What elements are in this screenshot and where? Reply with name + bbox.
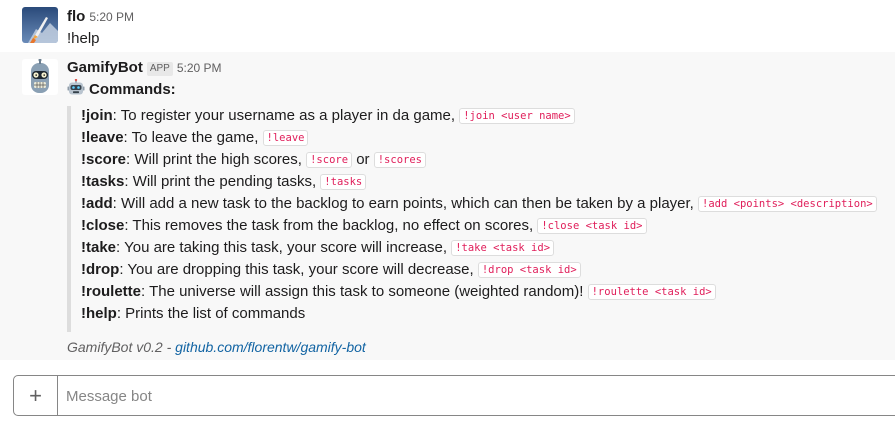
- command-description: : Will add a new task to the backlog to …: [112, 195, 699, 212]
- command-description: : You are taking this task, your score w…: [116, 239, 452, 256]
- command-name: !score: [81, 151, 127, 168]
- command-code: !add <points> <description>: [698, 196, 877, 212]
- command-line: !add: Will add a new task to the backlog…: [81, 193, 877, 215]
- commands-title: Commands:: [67, 78, 176, 100]
- command-description: : To register your username as a player …: [112, 107, 460, 124]
- message-composer: +: [13, 375, 895, 416]
- message-input[interactable]: [64, 382, 888, 411]
- command-line: !close: This removes the task from the b…: [81, 215, 877, 237]
- attach-plus-button[interactable]: +: [14, 376, 58, 415]
- command-line: !roulette: The universe will assign this…: [81, 281, 877, 303]
- rocket-launch-avatar-icon[interactable]: [22, 7, 58, 43]
- bender-robot-avatar-icon[interactable]: [22, 59, 58, 95]
- command-code: !take <task id>: [451, 240, 555, 256]
- robot-face-icon: [67, 78, 85, 97]
- command-line: !tasks: Will print the pending tasks, !t…: [81, 171, 877, 193]
- command-line: !leave: To leave the game, !leave: [81, 127, 877, 149]
- commands-title-text: Commands:: [89, 81, 176, 98]
- command-code: !scores: [373, 152, 426, 168]
- github-link[interactable]: github.com/florentw/gamify-bot: [175, 339, 366, 355]
- command-line: !take: You are taking this task, your sc…: [81, 237, 877, 259]
- message-flo: flo 5:20 PM !help: [0, 0, 895, 52]
- command-list: !join: To register your username as a pl…: [81, 105, 877, 325]
- command-name: !leave: [81, 129, 124, 146]
- command-joiner: or: [352, 151, 374, 168]
- command-code: !roulette <task id>: [587, 284, 716, 300]
- footer-text: GamifyBot v0.2 -: [67, 339, 176, 355]
- command-name: !roulette: [81, 283, 141, 300]
- command-code: !drop <task id>: [477, 262, 581, 278]
- command-code: !score: [306, 152, 353, 168]
- command-line: !score: Will print the high scores, !sco…: [81, 149, 877, 171]
- command-description: : You are dropping this task, your score…: [119, 261, 478, 278]
- command-line: !drop: You are dropping this task, your …: [81, 259, 877, 281]
- command-description: : Prints the list of commands: [116, 305, 306, 322]
- command-description: : Will print the pending tasks,: [124, 173, 321, 190]
- message-header: GamifyBot APP 5:20 PM: [67, 59, 222, 77]
- message-gamifybot: GamifyBot APP 5:20 PM Commands: !join: To …: [0, 52, 895, 360]
- command-code: !tasks: [320, 174, 367, 190]
- command-name: !drop: [81, 261, 120, 278]
- command-description: : This removes the task from the backlog…: [124, 217, 538, 234]
- command-description: : Will print the high scores,: [126, 151, 307, 168]
- command-description: : The universe will assign this task to …: [141, 283, 588, 300]
- user-name[interactable]: flo: [67, 8, 85, 25]
- command-name: !take: [81, 239, 117, 256]
- command-line: !join: To register your username as a pl…: [81, 105, 877, 127]
- command-name: !tasks: [81, 173, 125, 190]
- attachment-footer: GamifyBot v0.2 - github.com/florentw/gam…: [67, 339, 366, 355]
- message-text: !help: [67, 30, 100, 47]
- command-name: !help: [81, 305, 117, 322]
- command-line: !help: Prints the list of commands: [81, 303, 877, 325]
- command-name: !close: [81, 217, 125, 234]
- attachment-bar: [67, 106, 71, 332]
- command-description: : To leave the game,: [123, 129, 263, 146]
- bot-name[interactable]: GamifyBot: [67, 59, 143, 76]
- timestamp[interactable]: 5:20 PM: [177, 61, 222, 75]
- message-header: flo 5:20 PM: [67, 8, 134, 26]
- timestamp[interactable]: 5:20 PM: [89, 10, 134, 24]
- command-code: !close <task id>: [537, 218, 647, 234]
- command-code: !join <user name>: [459, 108, 575, 124]
- app-badge: APP: [146, 62, 173, 76]
- command-code: !leave: [262, 130, 309, 146]
- command-name: !join: [81, 107, 113, 124]
- command-name: !add: [81, 195, 113, 212]
